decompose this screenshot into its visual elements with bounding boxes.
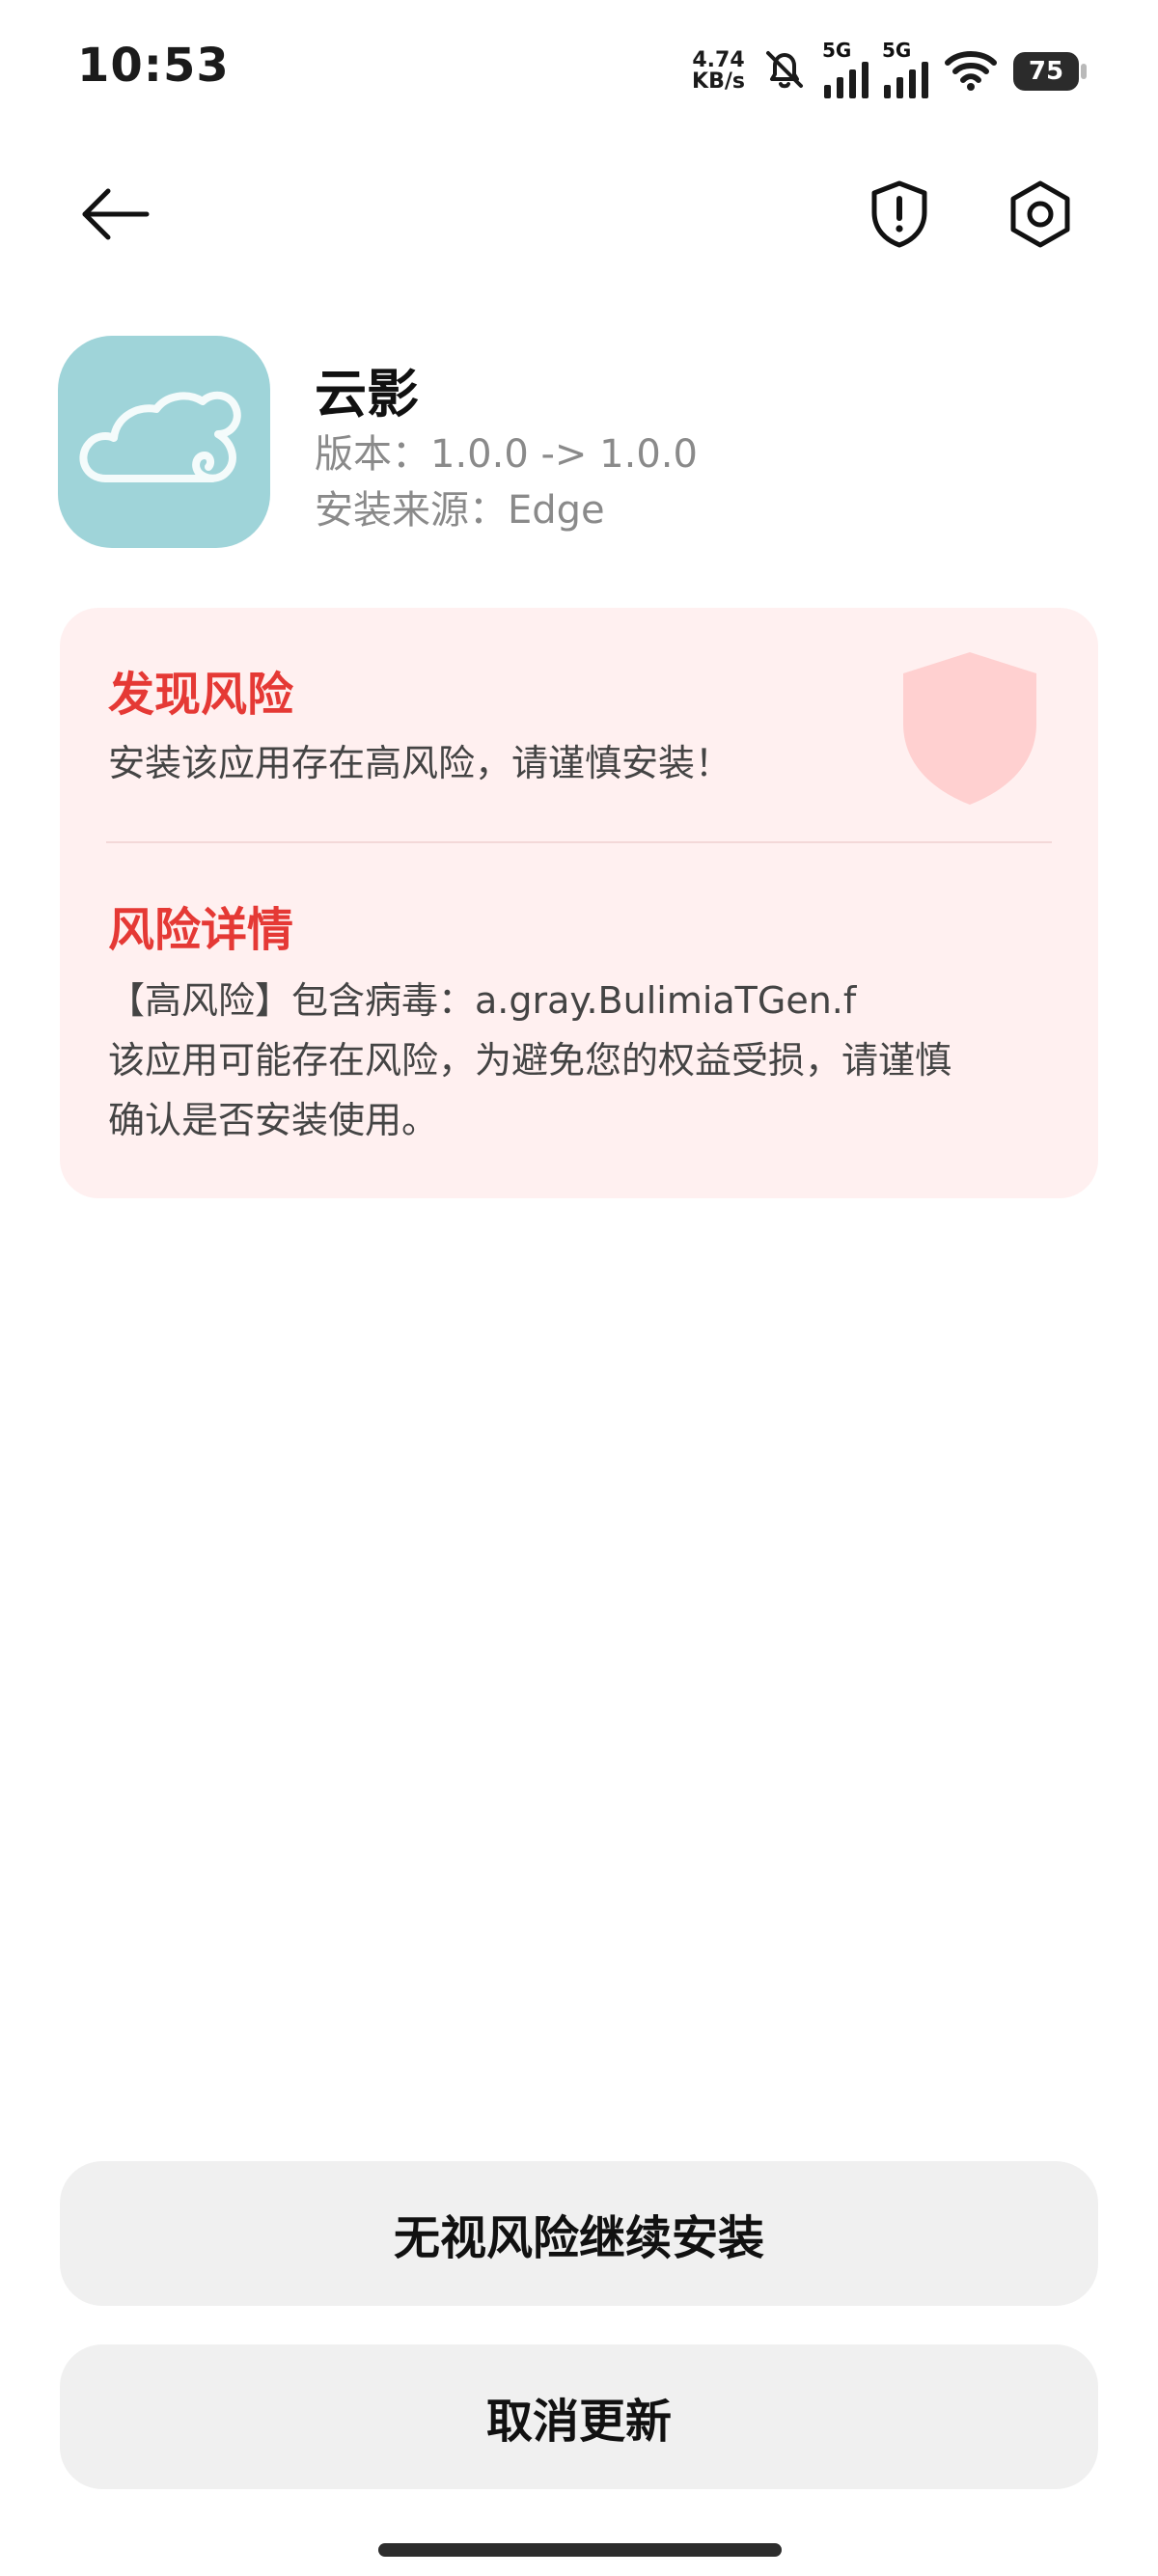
risk-detail-line: 确认是否安装使用。 [108, 1099, 439, 1141]
back-arrow-icon [79, 185, 152, 247]
continue-install-button[interactable]: 无视风险继续安装 [60, 2161, 1098, 2306]
app-name: 云影 [315, 364, 419, 425]
signal-2-label: 5G [882, 39, 912, 62]
settings-button[interactable] [994, 170, 1087, 262]
shield-watermark-icon [897, 648, 1042, 812]
cancel-update-button[interactable]: 取消更新 [60, 2344, 1098, 2489]
risk-card: 发现风险 安装该应用存在高风险，请谨慎安装！ 风险详情 【高风险】包含病毒：a.… [60, 608, 1098, 1198]
risk-detail-line: 【高风险】包含病毒：a.gray.BulimiaTGen.f [108, 979, 857, 1022]
risk-detail-line: 该应用可能存在风险，为避免您的权益受损，请谨慎 [108, 1039, 952, 1082]
signal-bar [849, 69, 856, 98]
app-version: 版本：1.0.0 -> 1.0.0 [315, 432, 698, 477]
network-speed-unit: KB/s [692, 69, 745, 94]
signal-bar [837, 77, 843, 98]
status-time: 10:53 [77, 39, 230, 93]
security-button[interactable] [853, 170, 946, 262]
app-meta: 版本：1.0.0 -> 1.0.0 安装来源：Edge [315, 426, 698, 538]
signal-bar [896, 77, 903, 98]
signal-strength-2: 5G [882, 39, 928, 98]
signal-1-label: 5G [822, 39, 852, 62]
wifi-icon [944, 47, 998, 96]
signal-strength-1: 5G [822, 39, 868, 98]
shield-alert-icon [868, 179, 930, 253]
settings-icon [1007, 179, 1073, 253]
signal-bar [909, 69, 916, 98]
risk-details-title: 风险详情 [108, 903, 294, 957]
risk-title: 发现风险 [108, 668, 294, 722]
home-indicator[interactable] [378, 2543, 782, 2557]
network-speed-value: 4.74 [692, 48, 745, 72]
battery-indicator: 75 [1013, 52, 1087, 91]
network-speed: 4.74 KB/s [692, 50, 745, 93]
signal-bar [884, 85, 891, 98]
mute-bell-icon [760, 45, 809, 97]
risk-summary: 安装该应用存在高风险，请谨慎安装！ [108, 742, 732, 784]
risk-details-text: 【高风险】包含病毒：a.gray.BulimiaTGen.f 该应用可能存在风险… [108, 971, 1063, 1150]
signal-bar [824, 85, 831, 98]
cloud-logo-icon [68, 363, 261, 521]
back-button[interactable] [69, 170, 162, 262]
signal-bar [862, 62, 868, 98]
signal-bar [922, 62, 928, 98]
app-install-source: 安装来源：Edge [315, 488, 605, 533]
divider [106, 841, 1052, 843]
app-icon [58, 336, 270, 548]
status-icons: 4.74 KB/s 5G 5G 75 [692, 39, 1087, 100]
